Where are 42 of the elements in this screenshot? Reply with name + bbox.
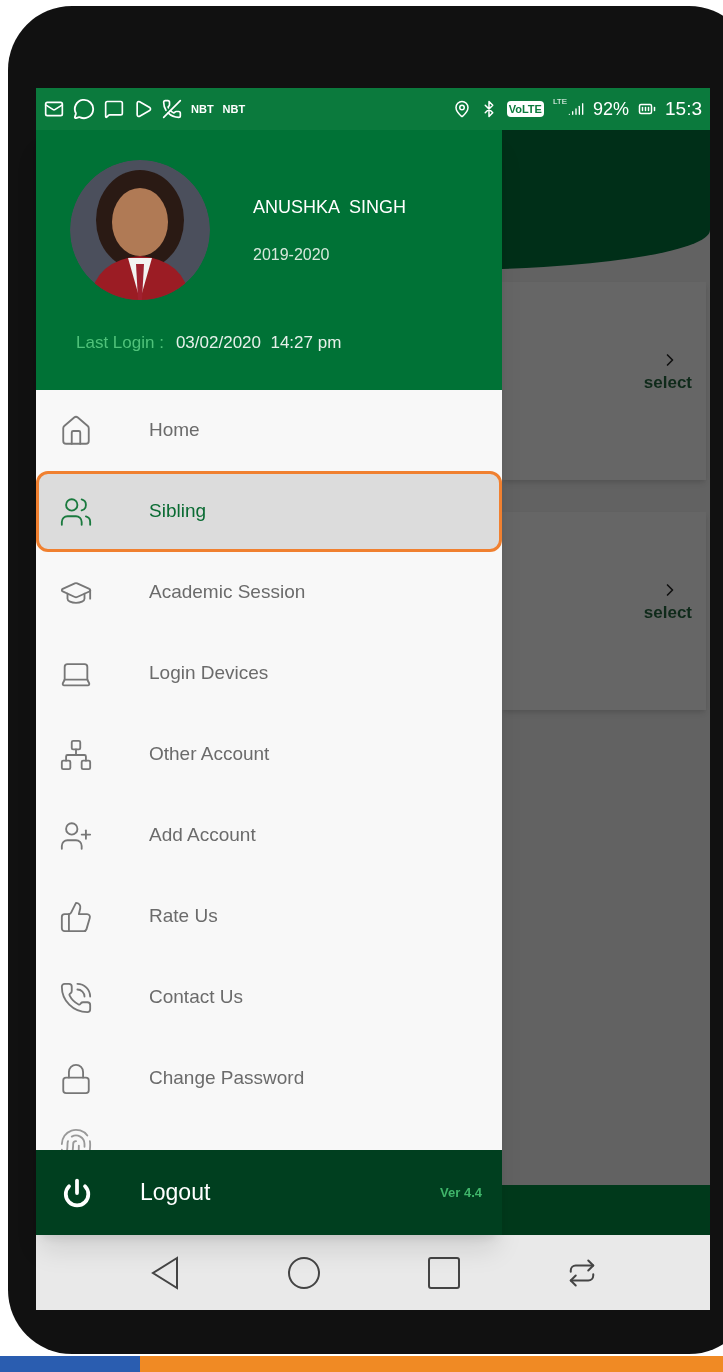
phone-icon	[59, 980, 93, 1015]
option-card[interactable]: select	[502, 282, 706, 480]
last-login-value: 03/02/2020 14:27 pm	[175, 332, 342, 354]
back-icon[interactable]	[149, 1255, 180, 1290]
menu-item[interactable]: Login Devices	[36, 633, 502, 714]
home-icon	[59, 413, 93, 448]
user-name: ANUSHKA SINGH	[253, 195, 407, 219]
menu-item[interactable]: Contact Us	[36, 957, 502, 1038]
logout-bar[interactable]: Logout Ver 4.4	[36, 1150, 502, 1235]
network-type-label: LTE	[552, 96, 567, 108]
lock-icon	[59, 1061, 93, 1096]
signal-icon	[568, 101, 584, 117]
menu-item[interactable]: Rate Us	[36, 876, 502, 957]
chat-icon	[73, 98, 95, 120]
menu-item[interactable]: Sibling	[36, 471, 502, 552]
location-icon	[452, 100, 471, 118]
recents-icon[interactable]	[427, 1256, 460, 1289]
network-icon	[59, 737, 93, 772]
menu-item[interactable]: Academic Session	[36, 552, 502, 633]
network-label: VoLTE	[506, 100, 544, 118]
notification-label: NBT	[191, 101, 214, 117]
phone-icon	[162, 99, 182, 119]
last-login-label: Last Login :	[76, 332, 164, 354]
home-button-icon[interactable]	[286, 1255, 321, 1290]
notification-label: NBT	[222, 101, 246, 117]
mail-icon	[44, 99, 64, 119]
option-card[interactable]: select	[502, 512, 706, 710]
battery-level: 92%	[593, 97, 629, 121]
play-icon	[133, 99, 153, 119]
message-icon	[104, 99, 124, 119]
menu-item[interactable]: Change Password	[36, 1038, 502, 1119]
power-icon	[62, 1177, 92, 1208]
clock: 15:3	[665, 96, 702, 121]
menu-item[interactable]: Other Account	[36, 714, 502, 795]
logout-label: Logout	[140, 1178, 211, 1208]
select-label: select	[643, 372, 692, 394]
select-label: select	[643, 602, 692, 624]
menu-item[interactable]: Home	[36, 390, 502, 471]
thumbs-up-icon	[59, 899, 93, 934]
session-year: 2019-2020	[253, 244, 331, 265]
version-label: Ver 4.4	[440, 1183, 482, 1202]
menu-item[interactable]: Add Account	[36, 795, 502, 876]
